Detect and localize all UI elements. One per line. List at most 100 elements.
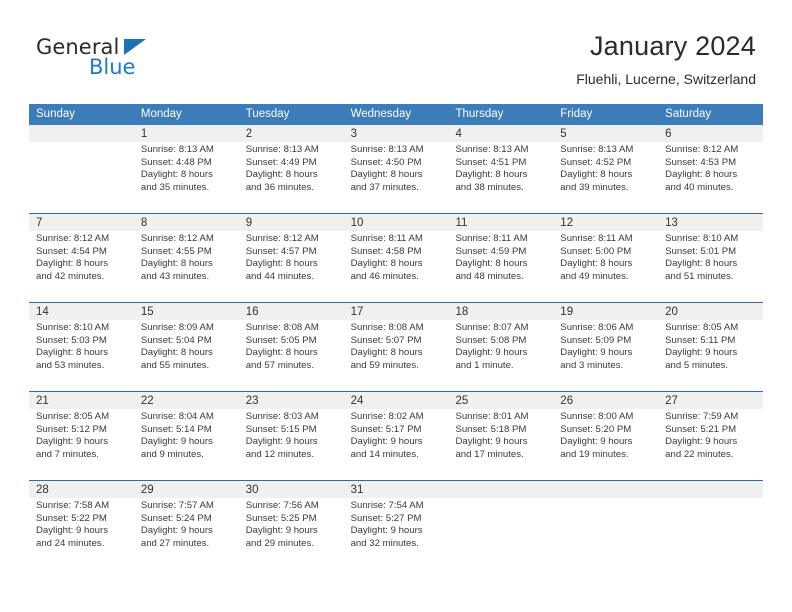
day-daylight-line: Daylight: 9 hours	[455, 436, 528, 448]
day-cell[interactable]: 25 Sunrise: 8:01 AM Sunset: 5:18 PM Dayligh…	[448, 392, 553, 480]
day-sunset-line: Sunset: 5:01 PM	[665, 245, 737, 257]
day-sun-info: Sunrise: 8:08 AM Sunset: 5:05 PM Daylight:…	[246, 322, 344, 372]
day-number: 30	[245, 484, 259, 496]
day-daylight-line: and 19 minutes.	[560, 448, 629, 460]
day-number: 8	[140, 217, 148, 229]
day-number: 18	[455, 306, 469, 318]
day-cell[interactable]: 17 Sunrise: 8:08 AM Sunset: 5:07 PM Dayligh…	[344, 303, 449, 391]
day-daylight-line: and 43 minutes.	[140, 270, 210, 282]
day-number: 27	[665, 395, 678, 407]
day-sunrise-line: Sunrise: 8:08 AM	[245, 322, 319, 333]
week-cells: 7 Sunrise: 8:12 AM Sunset: 4:54 PM Daylight…	[29, 214, 763, 302]
day-sunrise-line: Sunrise: 7:59 AM	[665, 411, 739, 422]
day-sunrise-line: Sunrise: 8:10 AM	[36, 322, 110, 333]
day-cell[interactable]: 7 Sunrise: 8:12 AM Sunset: 4:54 PM Daylight…	[29, 214, 134, 302]
day-cell[interactable]: 2 Sunrise: 8:13 AM Sunset: 4:49 PM Daylight…	[239, 125, 344, 213]
day-cell[interactable]: 12 Sunrise: 8:11 AM Sunset: 5:00 PM Dayligh…	[553, 214, 658, 302]
day-cell[interactable]: 10 Sunrise: 8:11 AM Sunset: 4:58 PM Dayligh…	[344, 214, 449, 302]
day-sun-info: Sunrise: 8:00 AM Sunset: 5:20 PM Daylight:…	[560, 411, 658, 461]
day-daylight-line: and 46 minutes.	[350, 270, 419, 282]
day-cell-empty	[29, 125, 134, 213]
day-cell[interactable]: 1 Sunrise: 8:13 AM Sunset: 4:48 PM Daylight…	[134, 125, 239, 213]
day-cell[interactable]: 23 Sunrise: 8:03 AM Sunset: 5:15 PM Dayligh…	[239, 392, 344, 480]
day-daylight-line: and 48 minutes.	[455, 270, 524, 282]
day-cell[interactable]: 15 Sunrise: 8:09 AM Sunset: 5:04 PM Dayligh…	[134, 303, 239, 391]
logo-text-blue: Blue	[89, 55, 136, 79]
day-daylight-line: Daylight: 9 hours	[245, 525, 318, 537]
day-cell[interactable]: 26 Sunrise: 8:00 AM Sunset: 5:20 PM Dayligh…	[553, 392, 658, 480]
day-sunrise-line: Sunrise: 8:11 AM	[455, 233, 528, 244]
day-sun-info: Sunrise: 8:05 AM Sunset: 5:12 PM Daylight:…	[36, 411, 134, 461]
day-cell[interactable]: 13 Sunrise: 8:10 AM Sunset: 5:01 PM Dayligh…	[658, 214, 763, 302]
day-sunset-line: Sunset: 5:00 PM	[560, 245, 632, 257]
day-sunrise-line: Sunrise: 8:11 AM	[560, 233, 633, 244]
day-cell[interactable]: 21 Sunrise: 8:05 AM Sunset: 5:12 PM Dayligh…	[29, 392, 134, 480]
day-cell[interactable]: 28 Sunrise: 7:58 AM Sunset: 5:22 PM Dayligh…	[29, 481, 134, 569]
day-cell[interactable]: 3 Sunrise: 8:13 AM Sunset: 4:50 PM Daylight…	[344, 125, 449, 213]
day-cell[interactable]: 11 Sunrise: 8:11 AM Sunset: 4:59 PM Dayligh…	[448, 214, 553, 302]
day-cell[interactable]: 27 Sunrise: 7:59 AM Sunset: 5:21 PM Dayligh…	[658, 392, 763, 480]
day-daylight-line: Daylight: 8 hours	[560, 258, 633, 270]
day-sun-info: Sunrise: 8:04 AM Sunset: 5:14 PM Daylight:…	[141, 411, 239, 461]
day-sun-info: Sunrise: 8:11 AM Sunset: 5:00 PM Daylight:…	[560, 233, 658, 283]
day-daylight-line: and 51 minutes.	[665, 270, 734, 282]
day-daylight-line: Daylight: 8 hours	[350, 169, 423, 181]
day-cell[interactable]: 4 Sunrise: 8:13 AM Sunset: 4:51 PM Daylight…	[448, 125, 553, 213]
day-cell[interactable]: 19 Sunrise: 8:06 AM Sunset: 5:09 PM Dayligh…	[553, 303, 658, 391]
day-cell[interactable]: 16 Sunrise: 8:08 AM Sunset: 5:05 PM Dayligh…	[239, 303, 344, 391]
weekday-header-sunday: Sunday	[36, 108, 76, 120]
day-sunrise-line: Sunrise: 8:06 AM	[560, 322, 634, 333]
day-daylight-line: Daylight: 9 hours	[245, 436, 318, 448]
weekday-header-wednesday: Wednesday	[350, 108, 412, 120]
day-number: 22	[140, 395, 154, 407]
day-cell[interactable]: 14 Sunrise: 8:10 AM Sunset: 5:03 PM Dayligh…	[29, 303, 134, 391]
day-sunset-line: Sunset: 5:11 PM	[665, 334, 736, 346]
page-subtitle: Fluehli, Lucerne, Switzerland	[576, 71, 756, 87]
day-sun-info: Sunrise: 8:11 AM Sunset: 4:59 PM Daylight:…	[455, 233, 553, 283]
day-number: 21	[36, 395, 49, 407]
day-daylight-line: Daylight: 8 hours	[36, 347, 108, 359]
day-cell[interactable]: 9 Sunrise: 8:12 AM Sunset: 4:57 PM Daylight…	[239, 214, 344, 302]
day-cell[interactable]: 22 Sunrise: 8:04 AM Sunset: 5:14 PM Dayligh…	[134, 392, 239, 480]
day-sun-info: Sunrise: 8:11 AM Sunset: 4:58 PM Daylight:…	[351, 233, 449, 283]
day-sunrise-line: Sunrise: 8:05 AM	[36, 411, 110, 422]
day-cell[interactable]: 6 Sunrise: 8:12 AM Sunset: 4:53 PM Daylight…	[658, 125, 763, 213]
day-cell[interactable]: 20 Sunrise: 8:05 AM Sunset: 5:11 PM Dayligh…	[658, 303, 763, 391]
calendar-table: Sunday Monday Tuesday Wednesday Thursday Frid…	[29, 104, 763, 569]
day-cell[interactable]: 29 Sunrise: 7:57 AM Sunset: 5:24 PM Dayligh…	[134, 481, 239, 569]
day-daylight-line: Daylight: 8 hours	[560, 169, 633, 181]
day-daylight-line: and 40 minutes.	[665, 181, 734, 193]
general-blue-logo[interactable]: General Blue	[36, 36, 256, 90]
day-cell[interactable]: 8 Sunrise: 8:12 AM Sunset: 4:55 PM Daylight…	[134, 214, 239, 302]
day-sun-info: Sunrise: 8:07 AM Sunset: 5:08 PM Daylight:…	[455, 322, 553, 372]
day-daylight-line: and 44 minutes.	[245, 270, 314, 282]
day-sun-info: Sunrise: 8:10 AM Sunset: 5:01 PM Daylight:…	[665, 233, 763, 283]
day-daylight-line: Daylight: 9 hours	[560, 436, 633, 448]
day-number: 23	[245, 395, 259, 407]
day-cell-empty	[658, 481, 763, 569]
day-cell[interactable]: 18 Sunrise: 8:07 AM Sunset: 5:08 PM Dayligh…	[448, 303, 553, 391]
day-sunrise-line: Sunrise: 7:56 AM	[245, 500, 319, 511]
day-number: 12	[560, 217, 574, 229]
day-sunrise-line: Sunrise: 8:12 AM	[36, 233, 110, 244]
day-cell[interactable]: 24 Sunrise: 8:02 AM Sunset: 5:17 PM Dayligh…	[344, 392, 449, 480]
day-daylight-line: Daylight: 8 hours	[665, 258, 738, 270]
day-daylight-line: and 53 minutes.	[36, 359, 105, 371]
day-cell[interactable]: 30 Sunrise: 7:56 AM Sunset: 5:25 PM Dayligh…	[239, 481, 344, 569]
day-cell[interactable]: 31 Sunrise: 7:54 AM Sunset: 5:27 PM Dayligh…	[344, 481, 449, 569]
day-daylight-line: and 55 minutes.	[140, 359, 210, 371]
day-number: 20	[665, 306, 678, 318]
day-sunset-line: Sunset: 4:59 PM	[455, 245, 527, 257]
day-number: 10	[350, 217, 364, 229]
weekday-header-thursday: Thursday	[455, 108, 504, 120]
day-number: 31	[350, 484, 364, 496]
day-number: 16	[245, 306, 259, 318]
day-sun-info: Sunrise: 8:13 AM Sunset: 4:50 PM Daylight:…	[351, 144, 449, 194]
day-daylight-line: Daylight: 8 hours	[455, 258, 528, 270]
day-sunrise-line: Sunrise: 8:02 AM	[350, 411, 424, 422]
day-cell[interactable]: 5 Sunrise: 8:13 AM Sunset: 4:52 PM Daylight…	[553, 125, 658, 213]
day-daylight-line: and 22 minutes.	[665, 448, 734, 460]
day-sunset-line: Sunset: 5:17 PM	[350, 423, 422, 435]
day-number: 1	[140, 128, 148, 140]
day-sunrise-line: Sunrise: 8:13 AM	[560, 144, 634, 155]
